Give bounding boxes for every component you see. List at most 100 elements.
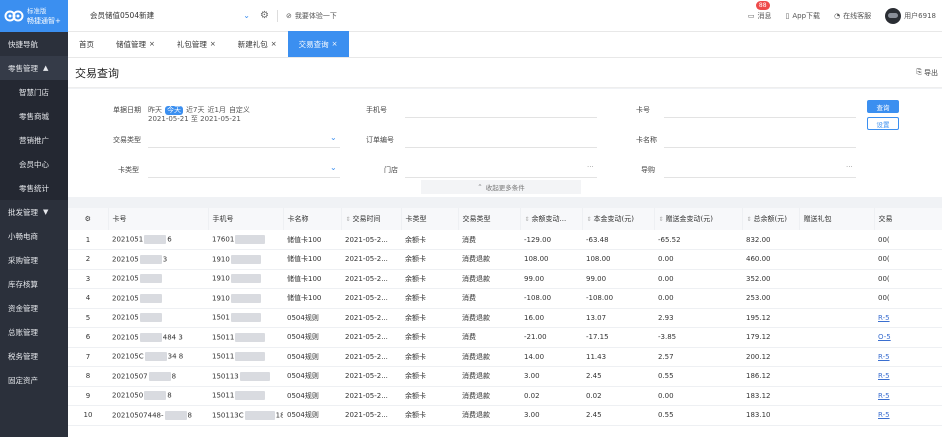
- cell-trade[interactable]: R-5: [878, 392, 890, 400]
- table-row[interactable]: 3 202105 1910 储值卡100 2021-05-2... 余额卡 消费退款 99.0…: [68, 269, 942, 289]
- cell-time: 2021-05-2...: [345, 352, 388, 361]
- sidebar-item[interactable]: 固定资产: [0, 368, 68, 392]
- query-button[interactable]: 查询: [867, 100, 899, 113]
- table-row[interactable]: 9 2021050 8 15011 0504规则 2021-05-2... 余额卡 消费退款 0…: [68, 386, 942, 406]
- tab[interactable]: 储值管理 ×: [105, 31, 166, 57]
- tab[interactable]: 礼包管理 ×: [166, 31, 227, 57]
- app-download-button[interactable]: ▯ App下载: [786, 11, 821, 21]
- cell-total: 195.12: [746, 313, 771, 322]
- sidebar-item[interactable]: 资金管理: [0, 296, 68, 320]
- cell-time: 2021-05-2...: [345, 255, 388, 264]
- sidebar-item[interactable]: 零售统计: [0, 176, 68, 200]
- tab-label: 新建礼包: [237, 39, 268, 49]
- online-service-button[interactable]: ◔ 在线客服: [834, 11, 871, 21]
- export-icon: ⎘: [916, 68, 922, 76]
- store-select[interactable]: 会员储值0504新建 ⌄: [90, 10, 250, 21]
- table-row[interactable]: 10 20210507448- 8 150113C 18 0504规则 2021-05-2.…: [68, 405, 942, 426]
- card-name-input[interactable]: [664, 147, 856, 148]
- close-icon[interactable]: ×: [210, 40, 216, 48]
- sidebar-item[interactable]: 零售管理 ▲: [0, 56, 68, 80]
- cell-trade[interactable]: R-5: [878, 353, 890, 361]
- column-header[interactable]: 赠送礼包: [799, 208, 875, 230]
- cell-bal: 3.00: [524, 411, 540, 420]
- card-number: 20210507: [112, 372, 148, 381]
- setting-button[interactable]: 设置: [867, 117, 899, 130]
- experience-link[interactable]: ⊘ 我要体验一下: [286, 11, 337, 21]
- cell-ttype: 消费退款: [462, 411, 490, 420]
- close-icon[interactable]: ×: [149, 40, 155, 48]
- row-index: 3: [85, 274, 91, 283]
- sidebar-item[interactable]: 营销推广: [0, 128, 68, 152]
- cell-name: 0504规则: [287, 352, 319, 361]
- sidebar-item[interactable]: 批发管理 ▼: [0, 200, 68, 224]
- cell-time: 2021-05-2...: [345, 294, 388, 303]
- column-header[interactable]: 卡号: [108, 208, 209, 230]
- trade-type-select[interactable]: [148, 147, 340, 148]
- sidebar-item[interactable]: 零售商城: [0, 104, 68, 128]
- column-header[interactable]: ⇕ 本金变动(元): [582, 208, 655, 230]
- sort-icon[interactable]: ⇕: [587, 216, 592, 223]
- phone-input[interactable]: [405, 117, 597, 118]
- cell-name: 0504规则: [287, 333, 319, 342]
- table-row[interactable]: 4 202105 1910 储值卡100 2021-05-2... 余额卡 消费 -108.0…: [68, 288, 942, 309]
- column-header[interactable]: ⇕ 赠送金变动(元): [654, 208, 743, 230]
- cell-trade[interactable]: R-5: [878, 372, 890, 380]
- sort-icon[interactable]: ⇕: [747, 216, 752, 223]
- card-no-input[interactable]: [664, 117, 856, 118]
- cell-bal: -21.00: [524, 333, 547, 342]
- column-header[interactable]: 卡名称: [283, 208, 342, 230]
- sidebar-item[interactable]: 小畅电商: [0, 224, 68, 248]
- sort-icon[interactable]: ⇕: [346, 216, 351, 223]
- table-row[interactable]: 2 202105 3 1910 储值卡100 2021-05-2... 余额卡 消费退款 108…: [68, 249, 942, 270]
- table-row[interactable]: 6 202105 484 3 15011 0504规则 2021-05-2... 余额卡 消费…: [68, 327, 942, 348]
- user-menu[interactable]: 用户6918: [885, 7, 936, 24]
- app-logo[interactable]: 标准版 畅捷通智+: [0, 0, 68, 32]
- cell-trade[interactable]: O-5: [878, 333, 891, 341]
- guide-picker[interactable]: [664, 177, 856, 178]
- cell-trade[interactable]: R-5: [878, 411, 890, 419]
- sidebar-item[interactable]: 税务管理: [0, 344, 68, 368]
- table-row[interactable]: 1 2021051 6 17601 储值卡100 2021-05-2... 余额卡 消费 -12…: [68, 230, 942, 250]
- column-header[interactable]: 手机号: [208, 208, 284, 230]
- column-header[interactable]: ⚙: [68, 208, 109, 230]
- tab[interactable]: 新建礼包 ×: [227, 31, 288, 57]
- tab[interactable]: 首页: [68, 31, 105, 57]
- store-picker[interactable]: [405, 177, 597, 178]
- sidebar-item-label: 快捷导航: [8, 39, 38, 49]
- sort-icon[interactable]: ⇕: [525, 216, 530, 223]
- sidebar-item[interactable]: 总账管理: [0, 320, 68, 344]
- settings-gear-icon[interactable]: ⚙: [85, 215, 91, 223]
- card-type-select[interactable]: [148, 177, 340, 178]
- order-no-input[interactable]: [405, 147, 597, 148]
- cell-gift: -65.52: [658, 235, 681, 244]
- table-row[interactable]: 5 202105 1501 0504规则 2021-05-2... 余额卡 消费退款 16.0…: [68, 308, 942, 328]
- sort-icon[interactable]: ⇕: [659, 216, 664, 223]
- doc-date-label: 单据日期: [113, 106, 141, 114]
- sidebar-item[interactable]: 智慧门店: [0, 80, 68, 104]
- tab[interactable]: 交易查询 ×: [287, 31, 349, 57]
- card-number: 202105: [112, 255, 139, 264]
- collapse-filters-button[interactable]: ⌃ 收起更多条件: [421, 180, 581, 194]
- column-header[interactable]: ⇕ 交易时间: [341, 208, 402, 230]
- cell-trade[interactable]: R-5: [878, 314, 890, 322]
- messages-button[interactable]: ▭ 88 消息: [748, 0, 772, 21]
- sidebar-item-label: 零售统计: [19, 183, 49, 193]
- date-range[interactable]: 2021-05-21 至 2021-05-21: [148, 114, 241, 124]
- column-header[interactable]: ⇕ 总余额(元): [742, 208, 800, 230]
- close-icon[interactable]: ×: [332, 40, 338, 48]
- cell-bal: 0.02: [524, 391, 540, 400]
- sidebar-item[interactable]: 会员中心: [0, 152, 68, 176]
- column-header[interactable]: 交易: [874, 208, 942, 230]
- gear-icon[interactable]: ⚙: [260, 10, 269, 21]
- sidebar-item[interactable]: 库存核算: [0, 272, 68, 296]
- sidebar-item[interactable]: 采购管理: [0, 248, 68, 272]
- column-header[interactable]: 交易类型: [458, 208, 521, 230]
- table-row[interactable]: 8 20210507 8 150113 0504规则 2021-05-2... 余额卡 消费退…: [68, 366, 942, 387]
- close-icon[interactable]: ×: [271, 40, 277, 48]
- column-header[interactable]: 卡类型: [401, 208, 459, 230]
- export-button[interactable]: ⎘ 导出: [916, 68, 942, 78]
- cell-total: 183.12: [746, 391, 771, 400]
- column-header[interactable]: ⇕ 余额变动...: [520, 208, 583, 230]
- sidebar-item[interactable]: 快捷导航: [0, 32, 68, 56]
- table-row[interactable]: 7 202105C 34 8 15011 0504规则 2021-05-2... 余额卡 消费…: [68, 347, 942, 367]
